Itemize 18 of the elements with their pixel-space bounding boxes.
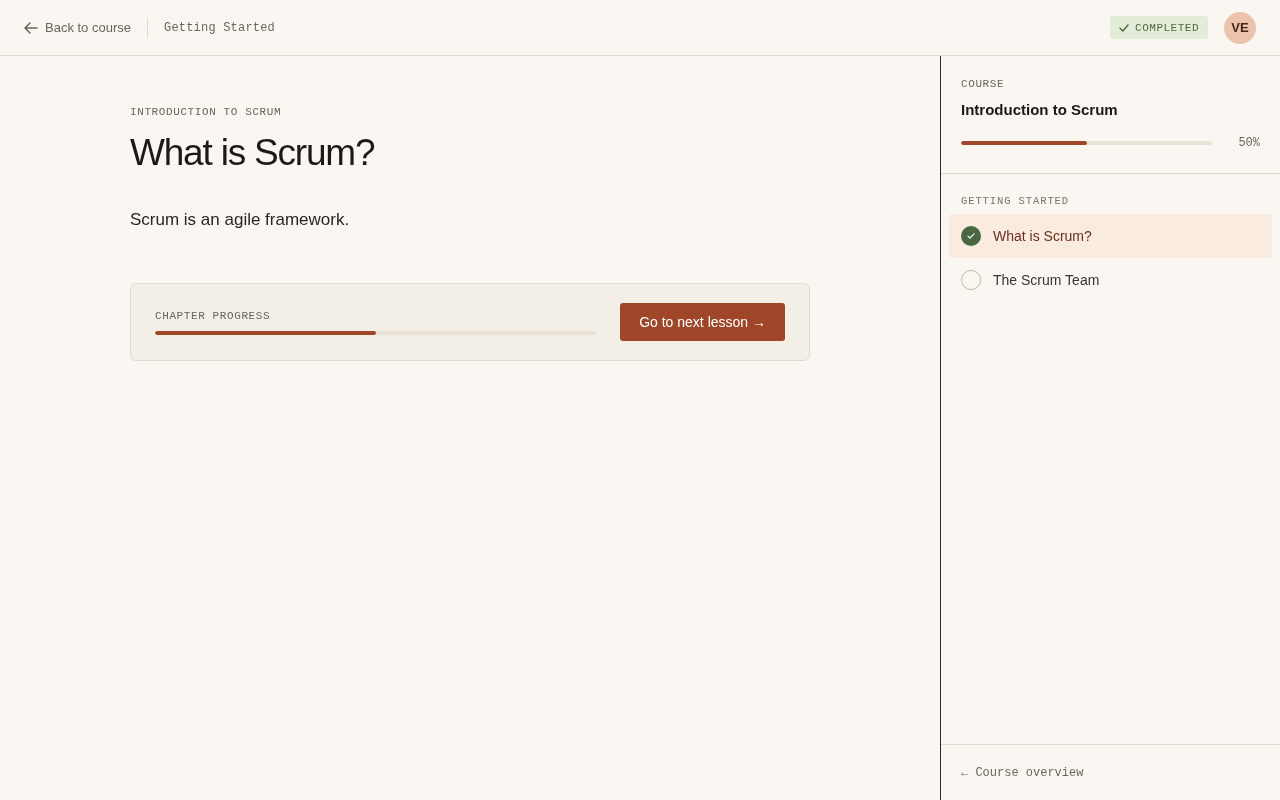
- course-title: Introduction to Scrum: [961, 100, 1119, 120]
- chapter-title: GETTING STARTED: [960, 194, 1070, 208]
- breadcrumb: Getting Started: [164, 20, 276, 35]
- lesson-title: What is Scrum?: [130, 131, 376, 175]
- lesson-item[interactable]: The Scrum Team: [949, 258, 1272, 302]
- next-lesson-button[interactable]: Go to next lesson →: [620, 303, 785, 341]
- badge-label: COMPLETED: [1135, 21, 1199, 34]
- user-avatar[interactable]: VE: [1224, 11, 1256, 44]
- back-link[interactable]: Back to course: [24, 20, 131, 35]
- check-icon: [1119, 23, 1130, 32]
- lesson-item[interactable]: What is Scrum?: [949, 214, 1272, 258]
- lesson-body: Scrum is an agile framework.: [130, 209, 351, 231]
- section-label: COURSE: [961, 77, 1006, 91]
- progress-label: CHAPTER PROGRESS: [155, 309, 272, 323]
- course-label: INTRODUCTION TO SCRUM: [130, 105, 283, 119]
- course-overview-link[interactable]: ← Course overview: [961, 765, 1084, 780]
- arrow-left-icon: [24, 21, 38, 34]
- progress-reading: 50%: [1238, 136, 1260, 150]
